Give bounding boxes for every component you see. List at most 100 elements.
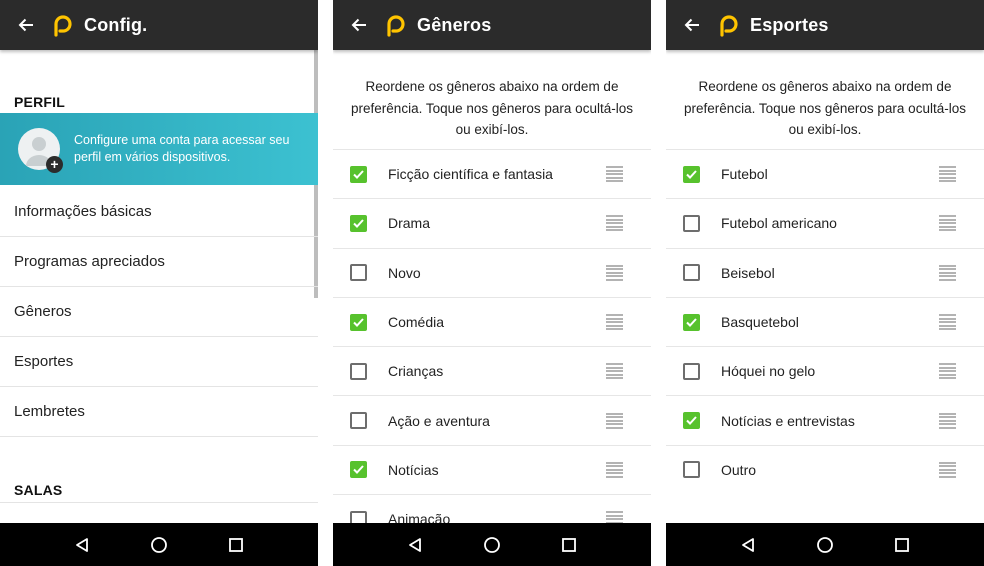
- drag-handle-icon[interactable]: [606, 461, 623, 478]
- checkbox[interactable]: [350, 214, 367, 232]
- list-item-label: Ação e aventura: [388, 412, 490, 429]
- checkbox[interactable]: [683, 313, 700, 331]
- settings-content: PERFIL + Configure uma conta para acessa…: [0, 50, 318, 523]
- nav-back-icon[interactable]: [69, 532, 95, 558]
- app-logo-icon: [718, 13, 740, 37]
- back-arrow-icon[interactable]: [349, 15, 369, 35]
- list-item[interactable]: Basquetebol: [666, 296, 984, 346]
- checkbox[interactable]: [683, 362, 700, 380]
- list-item[interactable]: Notícias e entrevistas: [666, 395, 984, 444]
- drag-handle-icon[interactable]: [939, 363, 956, 380]
- system-nav-bar: [0, 523, 318, 566]
- sports-list: Futebol Futebol americano Beisebol Basquete…: [666, 149, 984, 494]
- list-item[interactable]: Comédia: [333, 296, 651, 346]
- list-item[interactable]: Outro: [666, 444, 984, 494]
- list-item[interactable]: Futebol: [666, 149, 984, 198]
- list-item[interactable]: Drama: [333, 198, 651, 247]
- checkbox[interactable]: [350, 362, 367, 380]
- section-header-profile: PERFIL: [14, 94, 65, 110]
- checkbox[interactable]: [350, 510, 367, 523]
- nav-home-icon[interactable]: [146, 532, 172, 558]
- drag-handle-icon[interactable]: [939, 461, 956, 478]
- list-item[interactable]: Futebol americano: [666, 198, 984, 247]
- back-arrow-icon[interactable]: [16, 15, 36, 35]
- nav-back-icon[interactable]: [735, 532, 761, 558]
- list-item[interactable]: Ficção científica e fantasia: [333, 149, 651, 198]
- drag-handle-icon[interactable]: [606, 264, 623, 281]
- banner-text: Configure uma conta para acessar seu per…: [74, 133, 290, 164]
- checkbox[interactable]: [683, 412, 700, 430]
- drag-handle-icon[interactable]: [939, 314, 956, 331]
- list-item-label: Basquetebol: [721, 314, 799, 331]
- nav-recents-icon[interactable]: [556, 532, 582, 558]
- checkbox[interactable]: [683, 461, 700, 479]
- list-item-label: Comédia: [388, 314, 445, 331]
- list-item[interactable]: Animação: [333, 494, 651, 523]
- page-title: Esportes: [750, 14, 829, 35]
- nav-recents-icon[interactable]: [223, 532, 249, 558]
- checkbox[interactable]: [350, 461, 367, 479]
- menu-item-sports[interactable]: Esportes: [0, 337, 318, 387]
- list-item-label: Animação: [388, 511, 451, 523]
- check-icon: [686, 317, 697, 327]
- drag-handle-icon[interactable]: [606, 511, 623, 523]
- menu-item-genres[interactable]: Gêneros: [0, 287, 318, 337]
- checkbox[interactable]: [350, 313, 367, 331]
- config-screen: Config. PERFIL + Configure uma conta par…: [0, 0, 318, 566]
- nav-recents-icon[interactable]: [889, 532, 915, 558]
- list-item[interactable]: Notícias: [333, 444, 651, 494]
- list-item[interactable]: Ação e aventura: [333, 395, 651, 444]
- list-item-label: Crianças: [388, 363, 444, 380]
- checkbox[interactable]: [350, 165, 367, 183]
- checkbox[interactable]: [683, 165, 700, 183]
- drag-handle-icon[interactable]: [939, 215, 956, 232]
- drag-handle-icon[interactable]: [606, 215, 623, 232]
- list-item-label: Futebol: [721, 166, 768, 183]
- section-header-rooms: SALAS: [14, 482, 63, 498]
- genres-content: Reordene os gêneros abaixo na ordem de p…: [333, 50, 651, 523]
- sports-content: Reordene os gêneros abaixo na ordem de p…: [666, 50, 984, 523]
- list-item-label: Ficção científica e fantasia: [388, 166, 553, 183]
- list-item-label: Futebol americano: [721, 215, 837, 232]
- system-nav-bar: [333, 523, 651, 566]
- drag-handle-icon[interactable]: [606, 363, 623, 380]
- list-item[interactable]: Novo: [333, 247, 651, 297]
- check-icon: [686, 416, 697, 426]
- nav-home-icon[interactable]: [812, 532, 838, 558]
- drag-handle-icon[interactable]: [939, 166, 956, 183]
- check-icon: [353, 169, 364, 179]
- menu-item-basic-info[interactable]: Informações básicas: [0, 187, 318, 237]
- drag-handle-icon[interactable]: [939, 412, 956, 429]
- genres-screen: Gêneros Reordene os gêneros abaixo na or…: [333, 0, 651, 566]
- sports-screen: Esportes Reordene os gêneros abaixo na o…: [666, 0, 984, 566]
- add-icon: +: [46, 156, 63, 173]
- list-item-label: Beisebol: [721, 264, 775, 281]
- drag-handle-icon[interactable]: [606, 314, 623, 331]
- check-icon: [353, 219, 364, 228]
- system-nav-bar: [666, 523, 984, 566]
- menu-item-liked-shows[interactable]: Programas apreciados: [0, 237, 318, 287]
- list-item-label: Hóquei no gelo: [721, 363, 816, 380]
- genres-list: Ficção científica e fantasia Drama Novo Com…: [333, 149, 651, 523]
- instructions-text: Reordene os gêneros abaixo na ordem de p…: [351, 79, 633, 137]
- checkbox[interactable]: [350, 412, 367, 430]
- page-title: Config.: [84, 14, 148, 35]
- drag-handle-icon[interactable]: [606, 166, 623, 183]
- menu-item-reminders[interactable]: Lembretes: [0, 387, 318, 437]
- account-banner[interactable]: + Configure uma conta para acessar seu p…: [0, 113, 318, 185]
- back-arrow-icon[interactable]: [682, 15, 702, 35]
- list-item[interactable]: Hóquei no gelo: [666, 346, 984, 395]
- app-bar: Esportes: [666, 0, 984, 50]
- list-item[interactable]: Crianças: [333, 346, 651, 395]
- nav-home-icon[interactable]: [479, 532, 505, 558]
- instructions-text: Reordene os gêneros abaixo na ordem de p…: [684, 79, 966, 137]
- nav-back-icon[interactable]: [402, 532, 428, 558]
- checkbox[interactable]: [683, 214, 700, 232]
- checkbox[interactable]: [683, 264, 700, 282]
- avatar: +: [18, 128, 63, 173]
- drag-handle-icon[interactable]: [939, 264, 956, 281]
- app-logo-icon: [52, 13, 74, 37]
- drag-handle-icon[interactable]: [606, 412, 623, 429]
- list-item[interactable]: Beisebol: [666, 247, 984, 297]
- checkbox[interactable]: [350, 264, 367, 282]
